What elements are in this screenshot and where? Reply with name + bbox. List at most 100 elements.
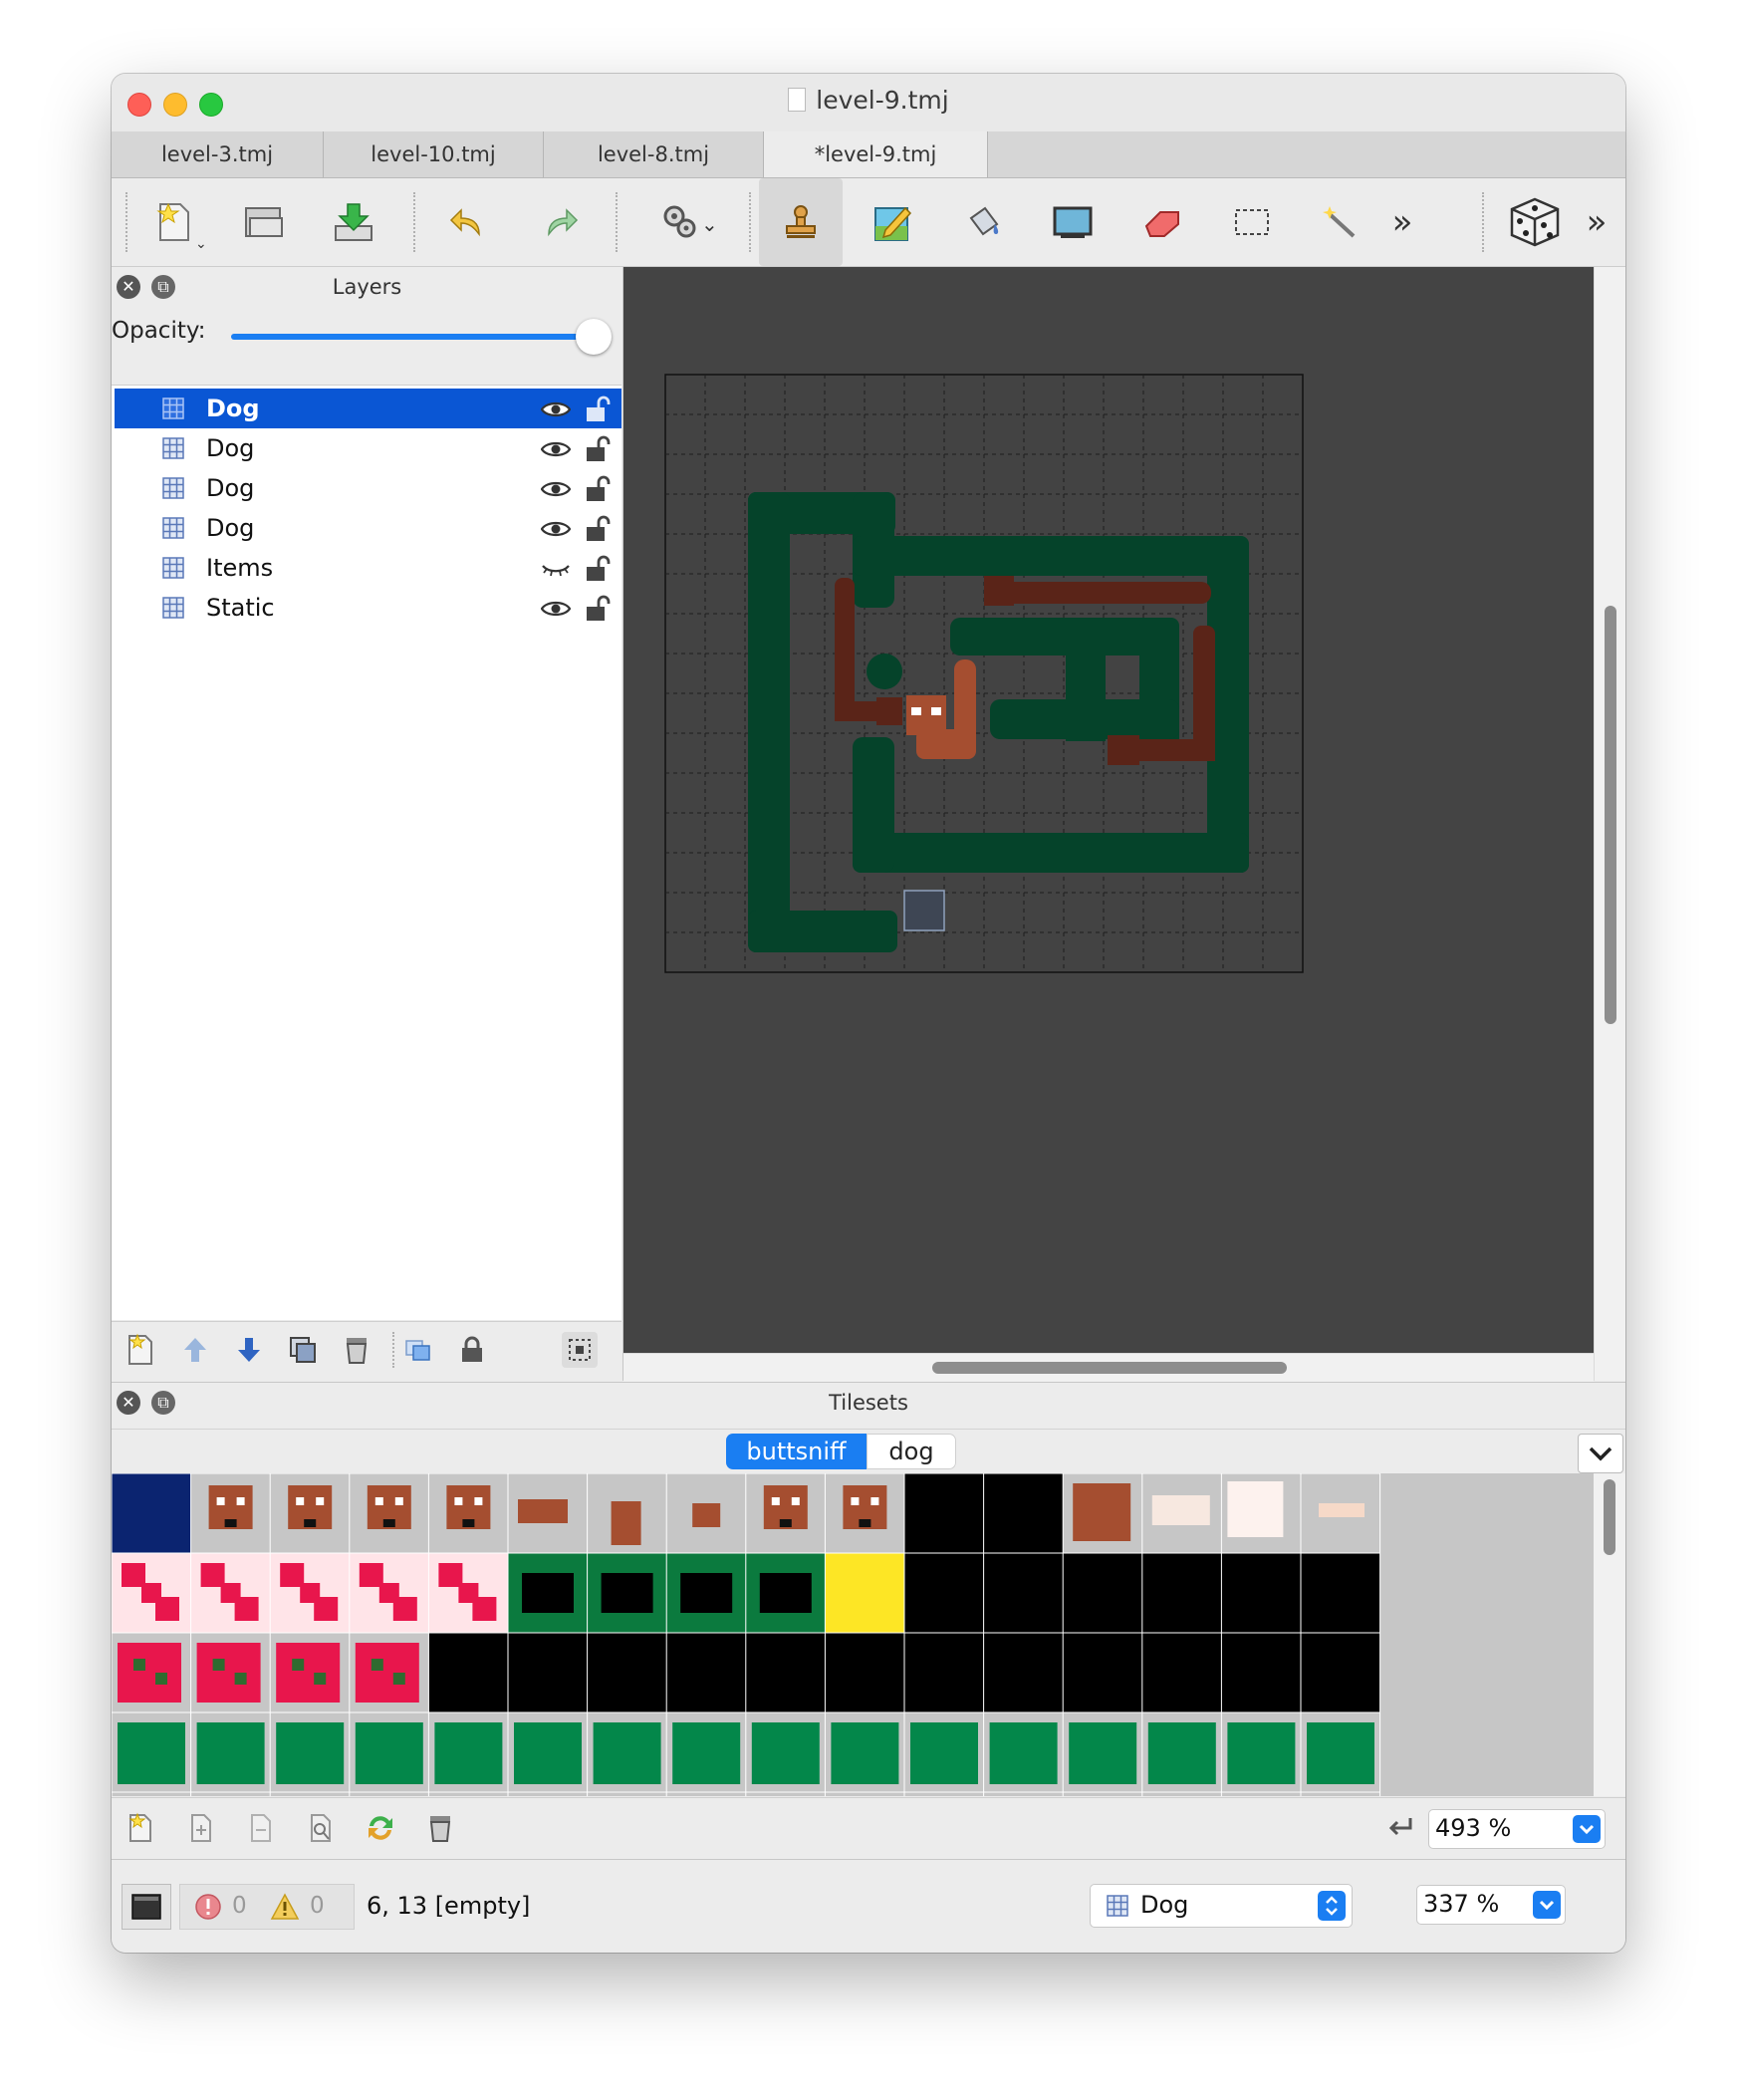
map-zoom-select[interactable]: 337 % bbox=[1416, 1885, 1566, 1925]
tileset-tile[interactable] bbox=[428, 1633, 508, 1712]
embed-tileset-button[interactable] bbox=[183, 1810, 219, 1846]
tab-level-10[interactable]: level-10.tmj bbox=[324, 131, 544, 177]
raise-layer-button[interactable] bbox=[177, 1332, 213, 1368]
tileset-tile[interactable] bbox=[349, 1633, 429, 1712]
tileset-tile[interactable] bbox=[825, 1633, 904, 1712]
bucket-fill-tool[interactable] bbox=[940, 178, 1026, 266]
tileset-tile[interactable] bbox=[349, 1712, 429, 1792]
tileset-tile[interactable] bbox=[587, 1473, 667, 1553]
map-canvas[interactable] bbox=[623, 267, 1594, 1353]
highlight-layer-button[interactable] bbox=[400, 1332, 436, 1368]
tileset-tile[interactable] bbox=[1301, 1633, 1380, 1712]
tileset-tile[interactable] bbox=[825, 1473, 904, 1553]
tileset-tile[interactable] bbox=[1221, 1473, 1301, 1553]
lower-layer-button[interactable] bbox=[231, 1332, 267, 1368]
tileset-tile[interactable] bbox=[270, 1712, 350, 1792]
tileset-tile[interactable] bbox=[190, 1473, 271, 1553]
map-horizontal-scrollbar[interactable] bbox=[623, 1353, 1594, 1382]
tileset-tile[interactable] bbox=[1301, 1712, 1380, 1792]
tileset-tile[interactable] bbox=[508, 1473, 588, 1553]
tileset-tile[interactable] bbox=[1063, 1712, 1142, 1792]
tileset-tab-buttsniff[interactable]: buttsniff bbox=[726, 1434, 867, 1469]
layer-row[interactable]: Items bbox=[115, 548, 621, 588]
select-layer-content-button[interactable] bbox=[562, 1332, 598, 1368]
tileset-vertical-scrollbar[interactable] bbox=[1594, 1473, 1625, 1796]
tileset-tile[interactable] bbox=[1301, 1473, 1380, 1553]
tileset-view[interactable] bbox=[112, 1473, 1594, 1796]
unlocked-icon[interactable] bbox=[585, 474, 611, 504]
eye-icon[interactable] bbox=[541, 399, 571, 419]
tileset-tile[interactable] bbox=[1221, 1553, 1301, 1633]
tileset-tile[interactable] bbox=[745, 1553, 826, 1633]
tileset-scroll-thumb[interactable] bbox=[1604, 1479, 1615, 1555]
rectangular-select-tool[interactable] bbox=[1209, 178, 1295, 266]
tileset-tile[interactable] bbox=[112, 1712, 191, 1792]
tileset-tile[interactable] bbox=[983, 1553, 1064, 1633]
tileset-tile[interactable] bbox=[349, 1473, 429, 1553]
tileset-tile[interactable] bbox=[1063, 1553, 1142, 1633]
tileset-tile[interactable] bbox=[1301, 1553, 1380, 1633]
open-file-button[interactable] bbox=[221, 178, 307, 266]
dynamic-wrapping-button[interactable] bbox=[1382, 1810, 1418, 1846]
tileset-tile[interactable] bbox=[1141, 1712, 1222, 1792]
stamp-brush-tool[interactable] bbox=[759, 178, 843, 266]
replace-tileset-button[interactable] bbox=[363, 1810, 398, 1846]
tileset-tile[interactable] bbox=[666, 1633, 746, 1712]
commands-button[interactable]: ⌄ bbox=[637, 178, 723, 266]
tileset-tile[interactable] bbox=[1141, 1473, 1222, 1553]
more-toolbar-button[interactable]: » bbox=[1572, 178, 1621, 266]
tab-level-8[interactable]: level-8.tmj bbox=[544, 131, 764, 177]
tileset-tile[interactable] bbox=[983, 1473, 1064, 1553]
map-horizontal-scroll-thumb[interactable] bbox=[932, 1362, 1287, 1374]
tileset-tile[interactable] bbox=[745, 1473, 826, 1553]
save-button[interactable] bbox=[311, 178, 396, 266]
layer-row[interactable]: Dog bbox=[115, 468, 621, 508]
tileset-tile[interactable] bbox=[1063, 1633, 1142, 1712]
tileset-tile[interactable] bbox=[508, 1553, 588, 1633]
eye-closed-icon[interactable] bbox=[541, 559, 571, 579]
tileset-tile[interactable] bbox=[270, 1553, 350, 1633]
map-vertical-scroll-thumb[interactable] bbox=[1605, 606, 1616, 1024]
layer-row[interactable]: Dog bbox=[115, 389, 621, 428]
tileset-tile[interactable] bbox=[112, 1553, 191, 1633]
tab-level-3[interactable]: level-3.tmj bbox=[112, 131, 324, 177]
new-map-button[interactable]: ⌄ bbox=[131, 178, 217, 266]
tileset-tile[interactable] bbox=[190, 1633, 271, 1712]
tileset-tile[interactable] bbox=[666, 1712, 746, 1792]
tileset-tile[interactable] bbox=[904, 1473, 984, 1553]
tileset-tile[interactable] bbox=[1141, 1633, 1222, 1712]
map-view[interactable] bbox=[623, 267, 1594, 1353]
tileset-tile[interactable] bbox=[904, 1553, 984, 1633]
redo-button[interactable] bbox=[516, 178, 602, 266]
tileset-tile[interactable] bbox=[270, 1633, 350, 1712]
tileset-tile[interactable] bbox=[190, 1712, 271, 1792]
unlocked-icon[interactable] bbox=[585, 554, 611, 584]
tileset-tile[interactable] bbox=[112, 1633, 191, 1712]
tileset-tile[interactable] bbox=[904, 1712, 984, 1792]
opacity-slider-track[interactable] bbox=[231, 334, 590, 340]
issues-button[interactable]: 0 0 bbox=[179, 1884, 355, 1930]
tileset-tile[interactable] bbox=[587, 1712, 667, 1792]
tileset-tile[interactable] bbox=[190, 1553, 271, 1633]
unlocked-icon[interactable] bbox=[585, 594, 611, 624]
eye-icon[interactable] bbox=[541, 479, 571, 499]
current-layer-select[interactable]: Dog bbox=[1090, 1884, 1353, 1928]
tileset-menu-button[interactable] bbox=[1578, 1434, 1623, 1473]
opacity-slider-handle[interactable] bbox=[576, 319, 612, 355]
console-button[interactable] bbox=[122, 1884, 171, 1930]
tileset-properties-button[interactable] bbox=[303, 1810, 339, 1846]
undo-button[interactable] bbox=[426, 178, 512, 266]
tileset-tile[interactable] bbox=[666, 1473, 746, 1553]
tileset-tile[interactable] bbox=[904, 1633, 984, 1712]
duplicate-layer-button[interactable] bbox=[285, 1332, 321, 1368]
tileset-zoom-select[interactable]: 493 % bbox=[1428, 1809, 1606, 1849]
unlocked-icon[interactable] bbox=[585, 434, 611, 464]
eye-icon[interactable] bbox=[541, 439, 571, 459]
tileset-tile[interactable] bbox=[1063, 1473, 1142, 1553]
new-tileset-button[interactable] bbox=[124, 1810, 159, 1846]
layer-row[interactable]: Dog bbox=[115, 428, 621, 468]
eraser-tool[interactable] bbox=[1119, 178, 1205, 266]
tileset-tile[interactable] bbox=[666, 1553, 746, 1633]
tileset-tile[interactable] bbox=[983, 1633, 1064, 1712]
random-mode-button[interactable] bbox=[1492, 178, 1578, 266]
